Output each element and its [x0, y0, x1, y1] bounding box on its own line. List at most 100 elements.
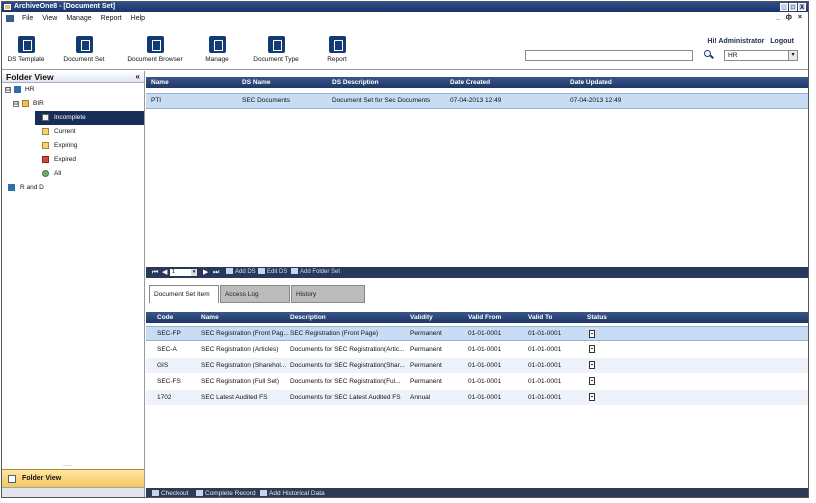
last-page-icon[interactable]: ⏭ [213, 269, 219, 276]
chevron-down-icon[interactable]: ▾ [788, 51, 797, 60]
column-header-code[interactable]: Code [157, 312, 173, 323]
table-row[interactable]: PTI SEC Documents Document Set for Sec D… [146, 93, 808, 109]
cell-description: Documents for SEC Registration(Artic... [290, 346, 405, 353]
search-input[interactable] [525, 50, 693, 61]
tree-node-incomplete[interactable]: Incomplete [35, 111, 144, 125]
document-status-icon[interactable] [589, 377, 595, 385]
column-header-name[interactable]: Name [201, 312, 219, 323]
column-header-date-created[interactable]: Date Created [450, 77, 490, 88]
menu-bar: File View Manage Report Help _ ф × [2, 12, 808, 24]
document-browser-button[interactable]: Document Browser [124, 36, 186, 63]
department-select[interactable]: HR ▾ [724, 50, 798, 61]
tab-label: Document Set Item [154, 291, 210, 298]
edit-ds-button[interactable]: Edit DS [258, 267, 287, 278]
column-header-ds-name[interactable]: DS Name [242, 77, 271, 88]
column-header-valid-to[interactable]: Valid To [528, 312, 552, 323]
tree-label-expiring: Expiring [54, 142, 78, 149]
child-close-button[interactable]: × [798, 14, 802, 21]
document-status-icon[interactable] [589, 361, 595, 369]
previous-page-icon[interactable]: ◀ [162, 269, 168, 276]
tab-access-log[interactable]: Access Log [220, 285, 290, 303]
add-users-icon [226, 268, 233, 274]
tree-node-expiring[interactable]: Expiring [2, 139, 144, 153]
greeting-text: Hi! Administrator [707, 38, 765, 45]
collapse-toggle-icon[interactable]: ⊟ [5, 87, 11, 93]
cell-valid-from: 01-01-0001 [468, 394, 502, 401]
child-minimize-button[interactable]: _ [776, 14, 780, 21]
table-row[interactable]: 1702 SEC Latest Audited FS Documents for… [146, 390, 808, 405]
tree-label-current: Current [54, 128, 76, 135]
cell-code: SEC-A [157, 346, 177, 353]
document-status-icon[interactable] [589, 345, 595, 353]
tree-node-all[interactable]: All [2, 167, 144, 181]
column-header-ds-description[interactable]: DS Description [332, 77, 379, 88]
menu-view[interactable]: View [42, 15, 57, 22]
ds-template-button[interactable]: DS Template [6, 36, 46, 63]
page-number-select[interactable]: 1 ▾ [170, 269, 197, 276]
checkout-button[interactable]: Checkout [152, 488, 188, 497]
menu-file[interactable]: File [22, 15, 33, 22]
menu-manage[interactable]: Manage [66, 15, 91, 22]
table-row[interactable]: SEC-A SEC Registration (Articles) Docume… [146, 342, 808, 357]
menu-report[interactable]: Report [101, 15, 122, 22]
cell-name: PTI [151, 97, 162, 104]
minimize-button[interactable]: _ [780, 3, 788, 11]
add-historical-data-button[interactable]: Add Historical Data [260, 488, 325, 497]
pager-bar: ⏮ ◀ 1 ▾ ▶ ⏭ Add DS Edit DS Add Folder Se… [146, 267, 808, 278]
report-button[interactable]: Report [322, 36, 352, 63]
close-button[interactable]: X [798, 3, 806, 11]
column-header-validity[interactable]: Validity [410, 312, 433, 323]
cell-name: SEC Latest Audited FS [201, 394, 268, 401]
cell-validity: Annual [410, 394, 431, 401]
document-status-icon[interactable] [589, 393, 595, 401]
table-row[interactable]: SEC-FP SEC Registration (Front Pag... SE… [146, 326, 808, 341]
document-status-icon[interactable] [589, 330, 595, 338]
folder-view-footer-button[interactable]: Folder View [2, 469, 144, 487]
document-type-button[interactable]: Document Type [248, 36, 304, 63]
search-icon[interactable] [704, 50, 713, 59]
tree-node-expired[interactable]: Expired [2, 153, 144, 167]
cell-valid-to: 01-01-0001 [528, 346, 562, 353]
checkout-icon [152, 490, 159, 496]
maximize-button[interactable]: □ [789, 3, 797, 11]
document-browser-label: Document Browser [127, 56, 183, 63]
tree-node-hr[interactable]: ⊟ HR [2, 83, 144, 97]
add-ds-button[interactable]: Add DS [226, 267, 256, 278]
table-row[interactable]: GIS SEC Registration (Sharehol... Docume… [146, 358, 808, 373]
column-header-status[interactable]: Status [587, 312, 607, 323]
column-header-description[interactable]: Description [290, 312, 326, 323]
document-set-button[interactable]: Document Set [62, 36, 106, 63]
toolbar: DS Template Document Set Document Browse… [2, 24, 808, 70]
logout-link[interactable]: Logout [770, 38, 794, 45]
tree-node-current[interactable]: Current [2, 125, 144, 139]
tree-node-bir[interactable]: ⊟ BIR [2, 97, 144, 111]
collapse-pane-icon[interactable]: « [136, 71, 140, 83]
complete-record-button[interactable]: Complete Record [196, 488, 256, 497]
cell-valid-to: 01-01-0001 [528, 378, 562, 385]
cell-name: SEC Registration (Articles) [201, 346, 279, 353]
column-header-name[interactable]: Name [151, 77, 169, 88]
collapse-toggle-icon[interactable]: ⊟ [13, 101, 19, 107]
cell-valid-from: 01-01-0001 [468, 362, 502, 369]
cell-valid-from: 01-01-0001 [468, 330, 502, 337]
column-header-date-updated[interactable]: Date Updated [570, 77, 612, 88]
add-folder-set-button[interactable]: Add Folder Set [291, 267, 340, 278]
splitter-grip[interactable]: ...... [62, 462, 72, 468]
menu-help[interactable]: Help [131, 15, 145, 22]
tab-document-set-item[interactable]: Document Set Item [149, 285, 219, 303]
first-page-icon[interactable]: ⏮ [152, 269, 158, 276]
column-header-valid-from[interactable]: Valid From [468, 312, 501, 323]
cell-code: 1702 [157, 394, 172, 401]
table-row[interactable]: SEC-FS SEC Registration (Full Set) Docum… [146, 374, 808, 389]
tree-label-r-and-d: R and D [20, 184, 44, 191]
tree-node-r-and-d[interactable]: R and D [2, 181, 144, 195]
cell-description: Documents for SEC Registration(Shar... [290, 362, 405, 369]
tab-history[interactable]: History [291, 285, 365, 303]
title-bar: ArchiveOne8 - [Document Set] _ □ X [2, 2, 808, 12]
child-restore-button[interactable]: ф [786, 14, 792, 21]
next-page-icon[interactable]: ▶ [203, 269, 209, 276]
manage-button[interactable]: Manage [200, 36, 234, 63]
document-menu-icon[interactable] [6, 14, 14, 22]
tree-label-bir: BIR [33, 100, 44, 107]
chevron-down-icon[interactable]: ▾ [191, 269, 197, 276]
